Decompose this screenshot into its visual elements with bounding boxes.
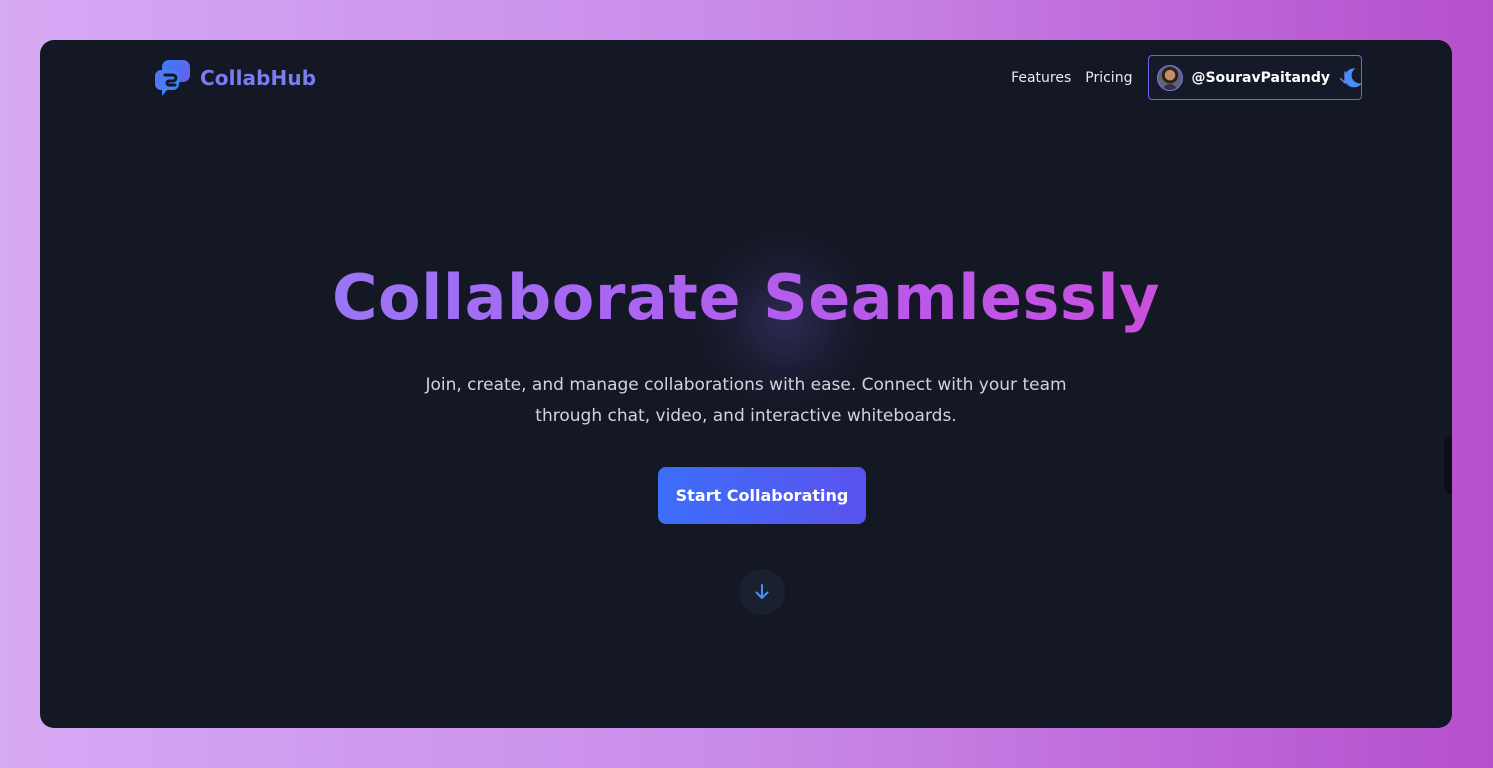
hero-subtitle-line-2: through chat, video, and interactive whi…: [535, 406, 957, 426]
moon-icon[interactable]: [1340, 66, 1364, 90]
arrow-down-icon: [755, 584, 769, 599]
start-collaborating-button[interactable]: Start Collaborating: [658, 467, 866, 524]
top-navbar: CollabHub Features Pricing @SouravPaitan…: [40, 40, 1452, 118]
nav-link-features[interactable]: Features: [1011, 70, 1071, 86]
chat-bubbles-icon: [155, 60, 190, 96]
user-handle: @SouravPaitandy: [1191, 69, 1330, 86]
avatar: [1157, 64, 1184, 91]
side-tab[interactable]: [1444, 436, 1452, 494]
main-nav: Features Pricing @SouravPaitandy: [1011, 55, 1362, 100]
hero-subtitle-line-1: Join, create, and manage collaborations …: [425, 375, 1067, 395]
nav-link-pricing[interactable]: Pricing: [1085, 70, 1132, 86]
user-menu-button[interactable]: @SouravPaitandy: [1148, 55, 1362, 100]
scroll-down-button[interactable]: [739, 569, 785, 615]
brand-name: CollabHub: [200, 66, 317, 90]
hero-title: Collaborate Seamlessly: [40, 262, 1452, 334]
brand-logo[interactable]: CollabHub: [155, 59, 316, 97]
hero-subtitle: Join, create, and manage collaborations …: [40, 370, 1452, 432]
app-window: CollabHub Features Pricing @SouravPaitan…: [40, 40, 1452, 728]
